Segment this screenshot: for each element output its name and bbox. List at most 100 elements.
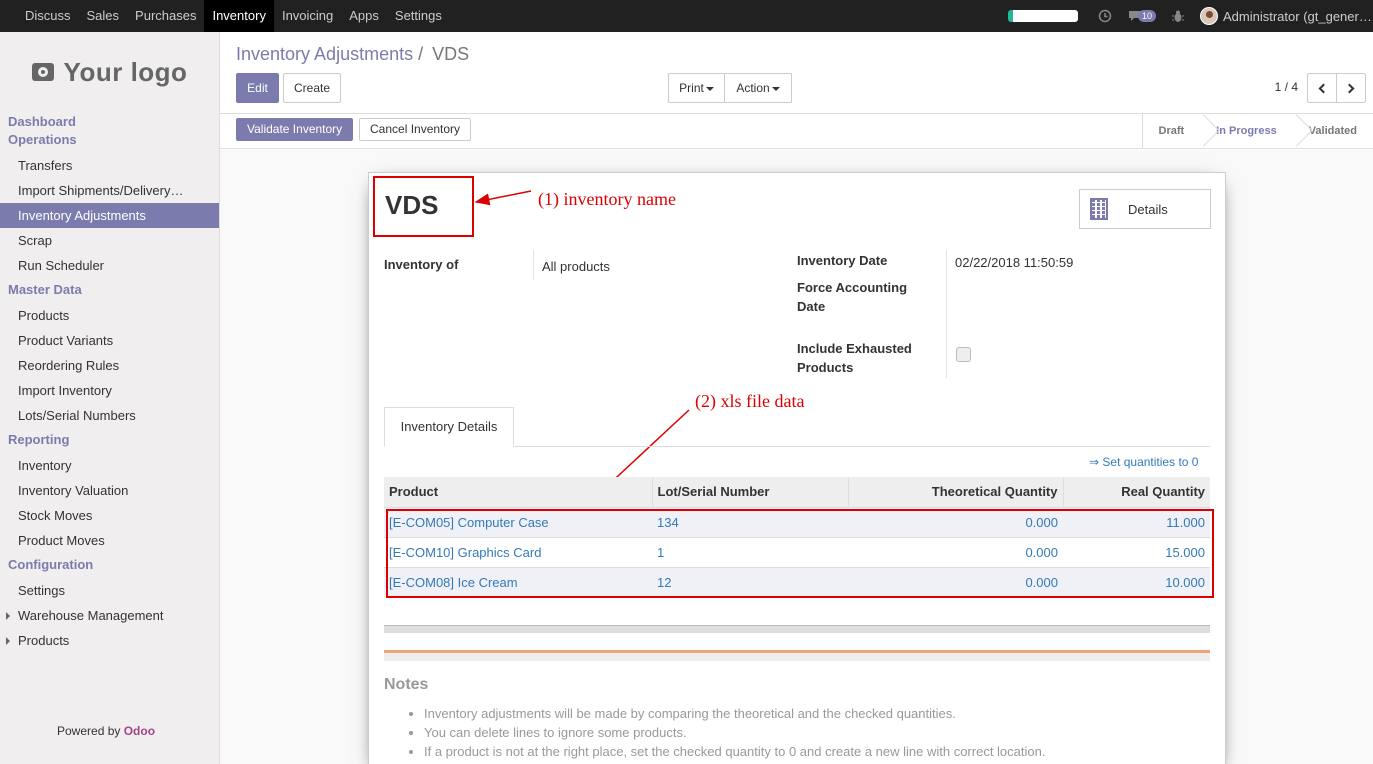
annotation-inventory-name: (1) inventory name: [538, 189, 676, 209]
control-panel: Inventory Adjustments / VDS Edit Create …: [220, 32, 1373, 114]
sidebar-item-label: Warehouse Management: [18, 608, 164, 623]
set-quantities-link[interactable]: ⇒ Set quantities to 0: [1089, 455, 1198, 469]
force-accounting-date-label: Force Accounting Date: [797, 278, 907, 316]
status-stages: Draft In Progress Validated: [1141, 114, 1373, 148]
sidebar-item-lots-serial[interactable]: Lots/Serial Numbers: [0, 403, 219, 428]
sidebar-item-inventory-adjustments[interactable]: Inventory Adjustments: [0, 203, 219, 228]
building-icon: [1090, 198, 1108, 220]
label-line: Force Accounting: [797, 280, 908, 295]
inventory-date-label: Inventory Date: [797, 253, 888, 268]
camera-icon: [31, 63, 54, 81]
annotation-xls-data: (2) xls file data: [695, 391, 805, 411]
menu-apps[interactable]: Apps: [341, 0, 387, 32]
edit-button[interactable]: Edit: [236, 73, 279, 103]
sidebar-item-config-products[interactable]: Products: [0, 628, 219, 653]
breadcrumb-parent[interactable]: Inventory Adjustments: [236, 44, 413, 64]
sidebar-section-operations: Operations: [8, 132, 77, 147]
note-item: You can delete lines to ignore some prod…: [424, 723, 1045, 742]
inventory-of-value: All products: [542, 259, 610, 274]
sidebar-item-import-inventory[interactable]: Import Inventory: [0, 378, 219, 403]
cancel-inventory-button[interactable]: Cancel Inventory: [359, 118, 472, 141]
sidebar-item-warehouse-management[interactable]: Warehouse Management: [0, 603, 219, 628]
inventory-date-value: 02/22/2018 11:50:59: [955, 255, 1074, 270]
include-exhausted-label: Include Exhausted Products: [797, 339, 912, 377]
sidebar-section-reporting: Reporting: [8, 432, 70, 447]
menu-purchases[interactable]: Purchases: [127, 0, 204, 32]
logo-text: Your logo: [63, 56, 188, 87]
stage-validated: Validated: [1293, 114, 1373, 148]
stage-in-progress: In Progress: [1200, 114, 1293, 148]
sidebar-section-configuration: Configuration: [8, 557, 94, 572]
sidebar-item-import-shipments[interactable]: Import Shipments/Delivery…: [0, 178, 219, 203]
bug-icon[interactable]: [1172, 10, 1184, 23]
user-avatar[interactable]: [1200, 7, 1218, 25]
company-logo[interactable]: Your logo: [0, 37, 219, 107]
breadcrumb-current: VDS: [432, 44, 470, 64]
menu-inventory[interactable]: Inventory: [204, 0, 274, 32]
sidebar-item-product-moves[interactable]: Product Moves: [0, 528, 219, 553]
sidebar-section-master-data: Master Data: [8, 282, 82, 297]
top-navbar: Discuss Sales Purchases Inventory Invoic…: [0, 0, 1373, 32]
field-divider: [946, 250, 947, 378]
print-label: Print: [679, 81, 704, 95]
sidebar-item-scrap[interactable]: Scrap: [0, 228, 219, 253]
chevron-right-icon: [1344, 83, 1355, 93]
sidebar-item-stock-moves[interactable]: Stock Moves: [0, 503, 219, 528]
column-product[interactable]: Product: [384, 477, 652, 507]
action-dropdown[interactable]: Action: [724, 73, 792, 103]
chat-count-badge: 10: [1137, 10, 1156, 22]
pager-value[interactable]: 1 / 4: [1275, 80, 1298, 94]
form-statusbar: Validate Inventory Cancel Inventory Draf…: [220, 114, 1373, 149]
sidebar-item-product-variants[interactable]: Product Variants: [0, 328, 219, 353]
menu-settings[interactable]: Settings: [387, 0, 450, 32]
validate-inventory-button[interactable]: Validate Inventory: [236, 118, 354, 141]
scrollbar-track[interactable]: [384, 653, 1210, 661]
details-button[interactable]: Details: [1079, 189, 1211, 229]
pager-next-button[interactable]: [1336, 73, 1366, 103]
column-lot-serial[interactable]: Lot/Serial Number: [651, 477, 848, 507]
clock-icon[interactable]: [1098, 9, 1112, 23]
tab-inventory-details[interactable]: Inventory Details: [384, 407, 514, 447]
include-exhausted-checkbox[interactable]: [956, 347, 971, 362]
notes-title: Notes: [384, 676, 429, 693]
sidebar-item-run-scheduler[interactable]: Run Scheduler: [0, 253, 219, 278]
powered-by: Powered by Odoo: [57, 724, 155, 738]
field-divider: [533, 250, 534, 280]
caret-down-icon: [771, 86, 780, 91]
create-button[interactable]: Create: [283, 73, 341, 103]
breadcrumb: Inventory Adjustments / VDS: [236, 44, 469, 65]
user-menu[interactable]: Administrator (gt_gener…: [1223, 9, 1373, 24]
sidebar-section-dashboard[interactable]: Dashboard: [0, 113, 219, 131]
label-line: Date: [797, 299, 826, 314]
details-label: Details: [1128, 201, 1168, 217]
pager-previous-button[interactable]: [1307, 73, 1337, 103]
annotation-box-grid: [386, 509, 1214, 598]
label-line: Include Exhausted: [797, 341, 912, 356]
menu-discuss[interactable]: Discuss: [0, 0, 79, 32]
sidebar-item-inventory-report[interactable]: Inventory: [0, 453, 219, 478]
onboarding-progress[interactable]: [1007, 10, 1078, 22]
odoo-link[interactable]: Odoo: [124, 724, 155, 738]
column-real-qty[interactable]: Real Quantity: [1062, 477, 1210, 507]
caret-right-icon: [6, 612, 10, 620]
annotation-box-name: [373, 176, 474, 237]
notes-list: Inventory adjustments will be made by co…: [424, 704, 1045, 761]
chevron-left-icon: [1318, 83, 1329, 93]
menu-invoicing[interactable]: Invoicing: [274, 0, 341, 32]
sidebar-item-reordering-rules[interactable]: Reordering Rules: [0, 353, 219, 378]
print-dropdown[interactable]: Print: [668, 73, 725, 103]
label-line: Products: [797, 360, 854, 375]
chat-icon[interactable]: 10: [1128, 10, 1156, 22]
sidebar: Your logo Dashboard Operations Transfers…: [0, 32, 220, 764]
scrollbar-thumb[interactable]: [384, 650, 1210, 653]
sidebar-item-transfers[interactable]: Transfers: [0, 153, 219, 178]
powered-by-text: Powered by: [57, 724, 121, 738]
column-theoretical-qty[interactable]: Theoretical Quantity: [847, 477, 1063, 507]
sidebar-item-settings[interactable]: Settings: [0, 578, 219, 603]
action-label: Action: [736, 81, 770, 95]
sidebar-item-products[interactable]: Products: [0, 303, 219, 328]
menu-sales[interactable]: Sales: [79, 0, 128, 32]
inventory-of-label: Inventory of: [384, 257, 459, 272]
sidebar-item-inventory-valuation[interactable]: Inventory Valuation: [0, 478, 219, 503]
sidebar-item-label: Products: [18, 633, 70, 648]
